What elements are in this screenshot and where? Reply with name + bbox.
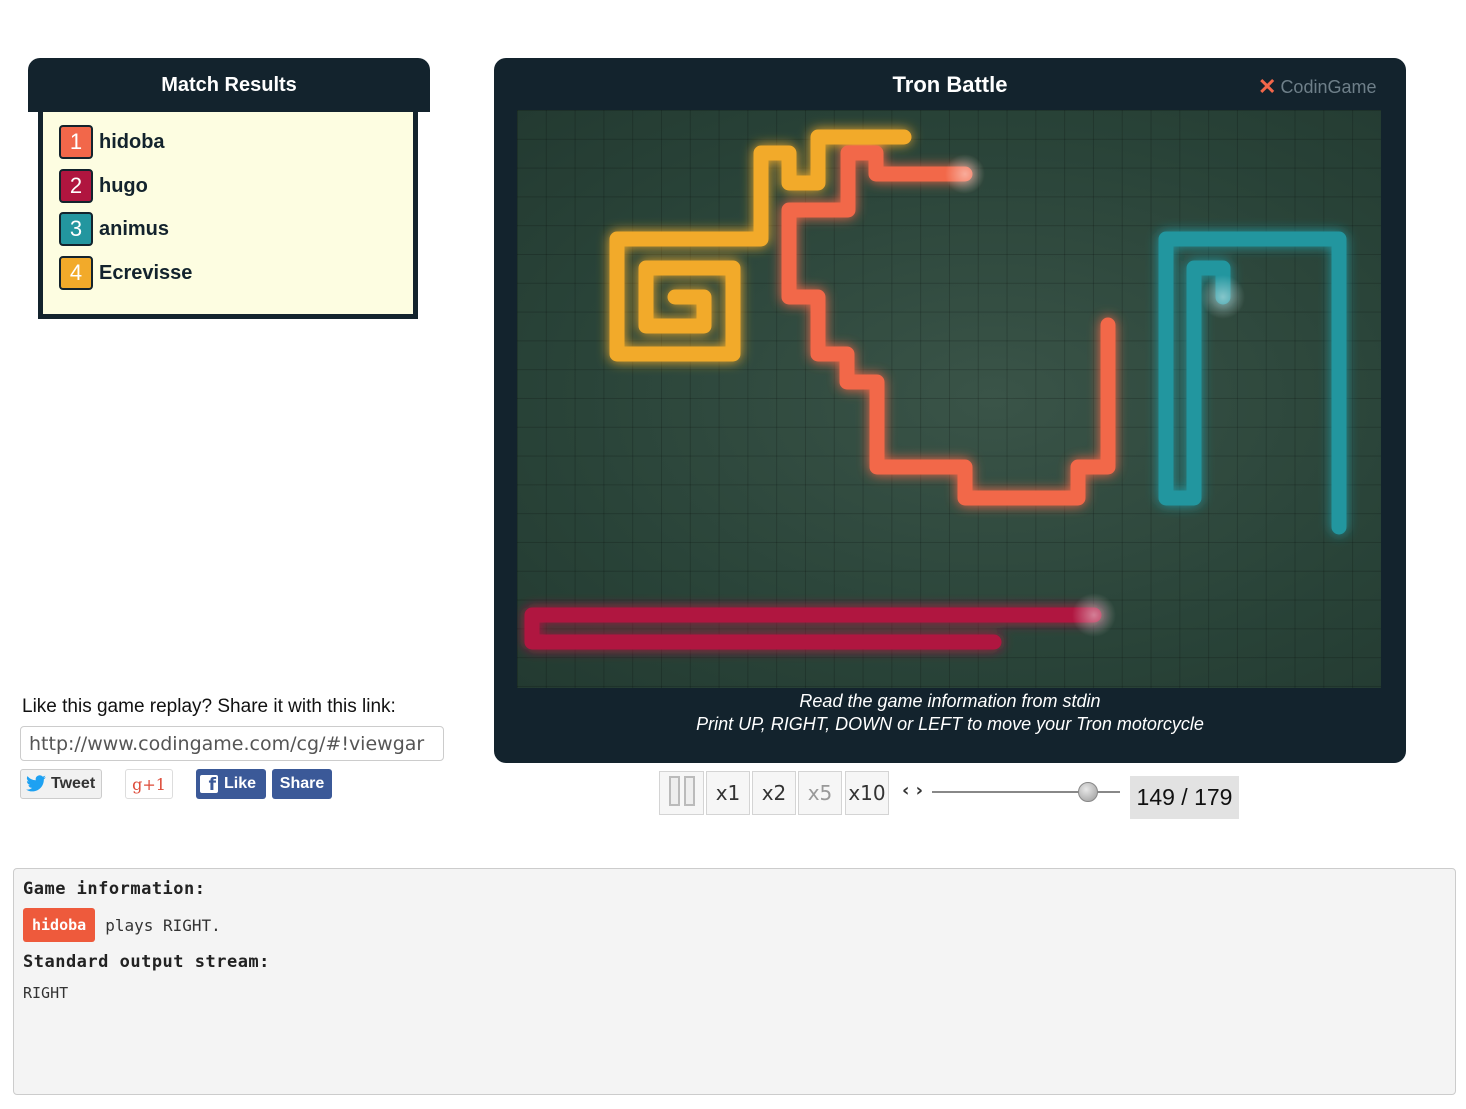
share-prompt: Like this game replay? Share it with thi… [22,696,396,717]
trail-hidoba [781,145,1116,506]
share-link-input[interactable] [20,726,444,761]
player-name: hidoba [99,130,165,153]
bike-head-hugo [1072,593,1116,637]
rank-badge: 4 [59,256,93,290]
twitter-bird-icon [26,775,46,792]
player-action: plays RIGHT. [105,915,221,935]
rank-badge: 3 [59,212,93,246]
light-trails [524,129,1347,650]
facebook-share-button[interactable]: Share [272,769,332,799]
player-name: hugo [99,174,148,197]
game-info-line: hidoba plays RIGHT. [23,908,1446,942]
player-name: animus [99,217,170,240]
frame-slider-knob[interactable] [1078,782,1099,802]
match-results-panel: Match Results 1 hidoba 2 hugo 3 animus 4… [28,58,430,322]
game-info-panel: Game information: hidoba plays RIGHT. St… [13,868,1456,1095]
facebook-icon: f [200,775,218,795]
stdout-text: RIGHT [23,984,69,1002]
fb-share-label: Share [279,775,325,792]
gplus-label: g+1 [132,774,166,794]
trail-ecrevisse [609,129,912,362]
player-chip: hidoba [23,908,96,942]
brand-name: CodinGame [1280,76,1377,97]
trail-animus [1158,231,1347,535]
trail-hugo [524,607,1102,650]
game-instructions: Read the game information from stdin Pri… [494,690,1406,736]
rank-badge: 1 [59,125,93,159]
google-plus-button[interactable]: g+1 [125,769,173,799]
bike-head-animus [1201,275,1245,319]
speed-x2-button[interactable]: x2 [752,771,796,815]
pause-icon [667,775,697,811]
player-row: 1 hidoba [59,124,165,160]
stdout-heading: Standard output stream: [23,952,270,972]
player-name: Ecrevisse [99,261,193,284]
game-info-heading: Game information: [23,879,206,899]
frame-counter: 149 / 179 [1130,776,1239,819]
rank-badge: 2 [59,169,93,203]
fb-like-label: Like [224,775,257,792]
speed-x10-button[interactable]: x10 [845,771,889,815]
match-results-list: 1 hidoba 2 hugo 3 animus 4 Ecrevisse [38,112,418,319]
player-row: 2 hugo [59,168,148,204]
player-row: 4 Ecrevisse [59,255,192,291]
codingame-logo-icon: ✕ [1258,74,1277,99]
facebook-like-button[interactable]: f Like [196,769,266,799]
step-arrows-icon[interactable]: ‹ › [902,780,923,801]
speed-x1-button[interactable]: x1 [706,771,750,815]
speed-x5-button[interactable]: x5 [798,771,842,815]
tweet-button[interactable]: Tweet [20,769,102,799]
match-results-title: Match Results [28,58,430,112]
player-row: 3 animus [59,211,169,247]
pause-button[interactable] [659,771,704,815]
game-viewer: Tron Battle ✕ CodinGame Read the game in… [494,58,1406,763]
bike-head-hidoba [945,154,985,194]
instruction-line-2: Print UP, RIGHT, DOWN or LEFT to move yo… [696,714,1204,734]
instruction-line-1: Read the game information from stdin [799,691,1101,711]
game-board [517,110,1381,688]
codingame-logo[interactable]: ✕ CodinGame [1258,74,1376,100]
tweet-label: Tweet [51,775,96,792]
